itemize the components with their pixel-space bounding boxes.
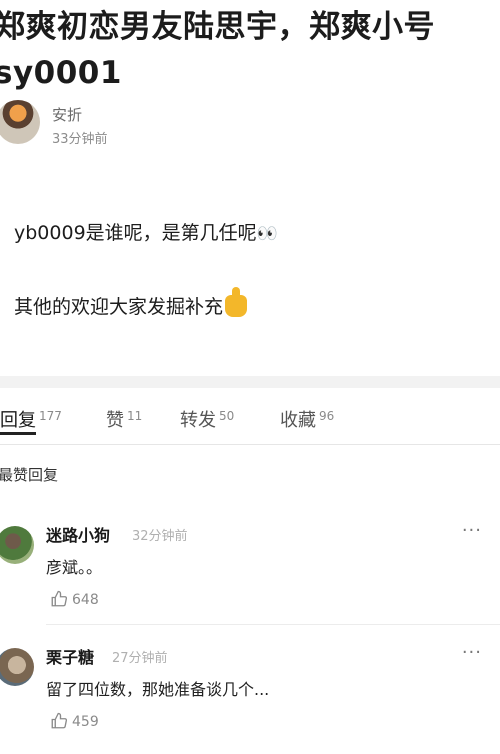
tab-replies-count: 177 xyxy=(39,409,62,423)
like-button[interactable]: 459 xyxy=(50,712,99,730)
author-name[interactable]: 安折 xyxy=(52,104,82,125)
tab-favorites-label: 收藏 xyxy=(280,410,316,431)
top-replies-label: 最赞回复 xyxy=(0,466,59,484)
tab-reposts-label: 转发 xyxy=(180,410,216,431)
like-count: 459 xyxy=(72,714,99,730)
eyes-emoji-icon: 👀 xyxy=(256,224,278,244)
more-dots-icon[interactable]: ··· xyxy=(462,520,482,541)
tab-likes[interactable]: 赞 11 xyxy=(106,406,142,432)
more-dots-icon[interactable]: ··· xyxy=(462,642,482,663)
tab-likes-label: 赞 xyxy=(106,410,124,431)
thumbs-up-emoji-icon xyxy=(225,287,248,317)
post-time: 33分钟前 xyxy=(52,132,108,147)
thumbs-up-icon xyxy=(51,712,68,729)
comment-divider xyxy=(46,624,500,625)
tab-replies-label: 回复 xyxy=(0,410,36,431)
tab-reposts-count: 50 xyxy=(219,409,235,423)
comment-text: 彦斌。。 xyxy=(46,558,103,577)
active-tab-indicator xyxy=(0,432,36,435)
tab-favorites[interactable]: 收藏 96 xyxy=(280,406,334,432)
post-author[interactable]: 安折 33分钟前 xyxy=(0,98,500,154)
tab-reposts[interactable]: 转发 50 xyxy=(180,406,234,432)
tab-replies[interactable]: 回复 177 xyxy=(0,406,62,432)
comment-text: 留了四位数，那她准备谈几个... xyxy=(46,680,270,699)
post-body-line2: 其他的欢迎大家发掘补充 xyxy=(14,287,248,319)
commenter-avatar[interactable] xyxy=(0,526,34,564)
comment-time: 27分钟前 xyxy=(112,651,168,666)
post-body-line1: yb0009是谁呢，是第几任呢👀 xyxy=(14,218,278,245)
like-button[interactable]: 648 xyxy=(50,590,99,608)
commenter-avatar[interactable] xyxy=(0,648,34,686)
post-body-text1: yb0009是谁呢，是第几任呢 xyxy=(14,222,257,244)
like-count: 648 xyxy=(72,592,99,608)
author-avatar[interactable] xyxy=(0,100,40,144)
post-body-text2: 其他的欢迎大家发掘补充 xyxy=(14,296,224,318)
section-divider xyxy=(0,376,500,388)
tab-likes-count: 11 xyxy=(127,409,143,423)
commenter-name[interactable]: 迷路小狗 xyxy=(46,522,110,546)
interaction-tabs: 回复 177 赞 11 转发 50 收藏 96 xyxy=(0,388,500,445)
tab-favorites-count: 96 xyxy=(319,409,335,423)
commenter-name[interactable]: 栗子糖 xyxy=(46,644,94,668)
post-title: 郑爽初恋男友陆思宇，郑爽小号sy0001 xyxy=(0,9,435,91)
thumbs-up-icon xyxy=(51,590,68,607)
comment-time: 32分钟前 xyxy=(132,529,188,544)
